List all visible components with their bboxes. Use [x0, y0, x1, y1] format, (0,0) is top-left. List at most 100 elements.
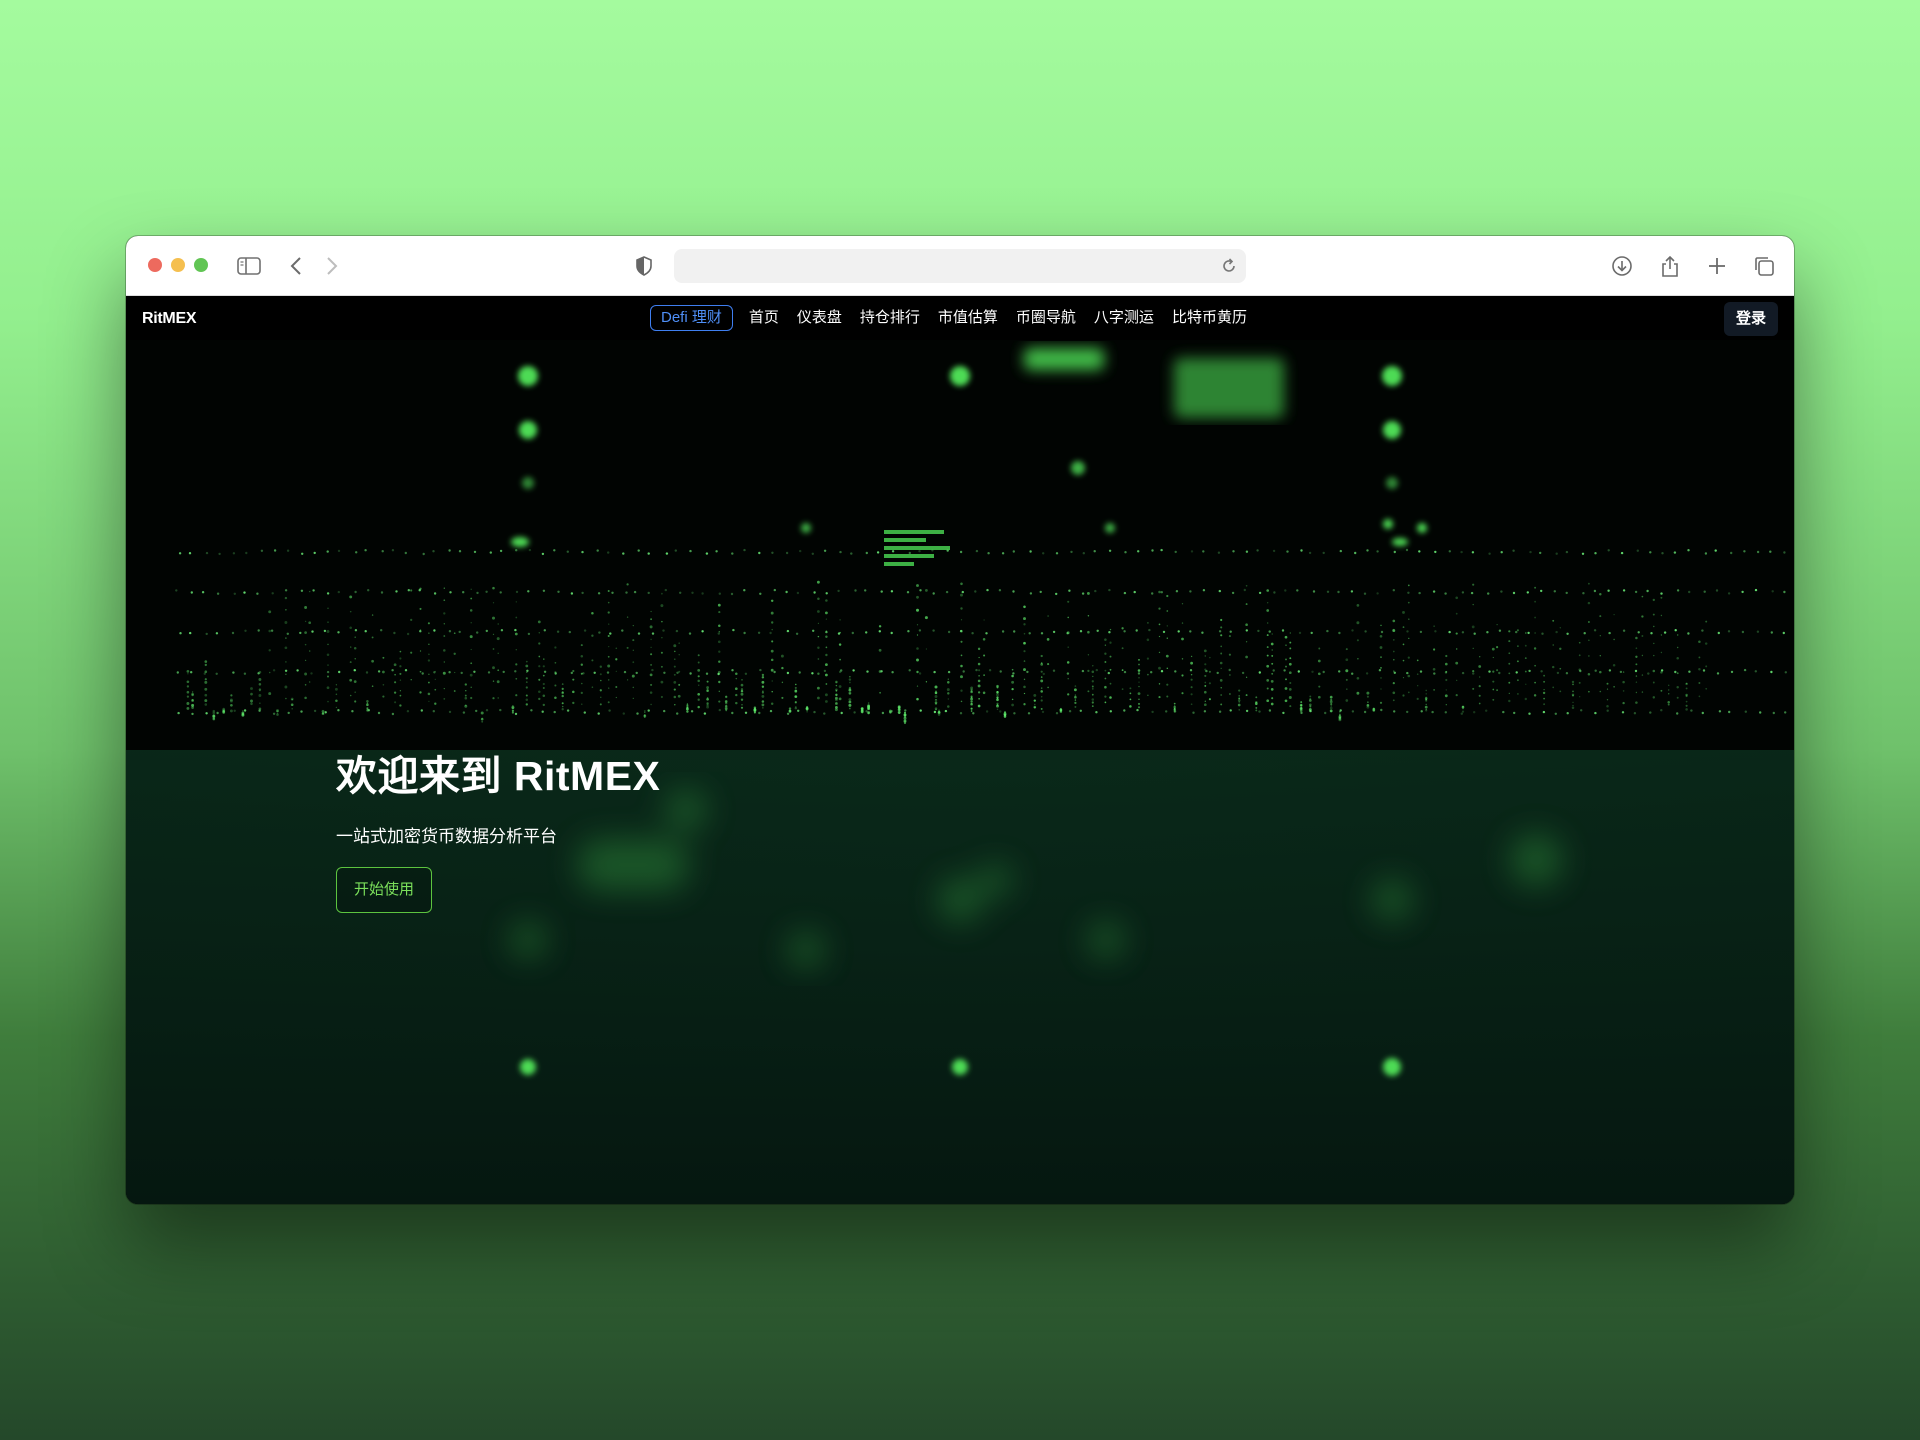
forward-chevron-icon[interactable]	[322, 253, 342, 279]
grid-dot	[190, 591, 193, 594]
city-dot	[1407, 584, 1410, 587]
close-window-button[interactable]	[148, 258, 162, 272]
grid-dot	[216, 592, 220, 595]
city-dot	[1004, 710, 1006, 713]
city-dot	[1698, 695, 1701, 698]
nav-item-crypto-nav[interactable]: 币圈导航	[1016, 305, 1076, 331]
grid-dot	[177, 711, 180, 715]
sidebar-icon[interactable]	[236, 253, 262, 279]
address-bar[interactable]	[674, 249, 1246, 283]
grid-dot	[1688, 670, 1691, 673]
grid-dot	[919, 709, 922, 712]
city-dot	[697, 661, 700, 664]
new-tab-icon[interactable]	[1705, 253, 1729, 279]
city-dot	[1508, 662, 1511, 665]
grid-dot	[730, 592, 734, 596]
city-dot	[825, 653, 828, 657]
city-dot	[304, 659, 307, 662]
download-icon[interactable]	[1610, 253, 1634, 279]
city-dot	[1181, 603, 1184, 605]
minimize-window-button[interactable]	[171, 258, 185, 272]
grid-dot	[1673, 551, 1677, 554]
get-started-button[interactable]: 开始使用	[336, 867, 433, 913]
shield-icon[interactable]	[634, 253, 654, 279]
grid-dot	[1258, 591, 1262, 595]
city-dot	[1366, 695, 1369, 698]
grid-dot	[1406, 630, 1409, 633]
nav-item-market-cap[interactable]: 市值估算	[938, 305, 998, 331]
grid-dot	[570, 592, 574, 595]
city-dot	[204, 693, 208, 697]
city-dot	[514, 632, 518, 636]
city-dot	[674, 704, 676, 706]
city-dot	[572, 690, 575, 694]
city-dot	[1138, 698, 1140, 701]
city-dot	[1255, 706, 1258, 709]
grid-dot	[1660, 592, 1663, 595]
grid-dot	[786, 629, 790, 633]
city-dot	[1087, 654, 1090, 656]
city-dot	[897, 708, 901, 711]
city-dot	[1524, 644, 1527, 647]
grid-dot	[759, 592, 762, 595]
city-dot	[608, 687, 610, 689]
tabs-overview-icon[interactable]	[1752, 253, 1776, 279]
city-dot	[615, 670, 617, 673]
city-dot	[538, 678, 541, 681]
city-dot	[1379, 701, 1383, 704]
city-dot	[285, 673, 287, 675]
city-dot	[229, 699, 233, 703]
nav-item-holdings-rank[interactable]: 持仓排行	[860, 305, 920, 331]
grid-dot	[1160, 548, 1163, 552]
nav-defi-button[interactable]: Defi 理财	[650, 305, 733, 331]
zoom-window-button[interactable]	[194, 258, 208, 272]
city-dot	[1635, 681, 1638, 683]
city-dot	[1356, 604, 1360, 607]
city-dot	[1266, 679, 1270, 682]
grid-dot	[526, 669, 529, 672]
city-dot	[947, 692, 950, 695]
city-dot	[515, 601, 517, 603]
back-chevron-icon[interactable]	[286, 253, 306, 279]
grid-dot	[1498, 671, 1501, 675]
city-dot	[1203, 690, 1207, 694]
grid-dot	[1001, 552, 1005, 555]
city-dot	[1599, 690, 1602, 693]
nav-item-dashboard[interactable]: 仪表盘	[797, 305, 842, 331]
reload-icon[interactable]	[1220, 256, 1238, 281]
city-dot	[1317, 695, 1321, 699]
city-dot	[453, 690, 456, 692]
city-dot	[327, 643, 329, 646]
grid-dot	[1419, 630, 1423, 634]
nav-item-bazi[interactable]: 八字测运	[1094, 305, 1154, 331]
grid-dot	[542, 589, 546, 592]
grid-dot	[1308, 551, 1312, 555]
city-dot	[542, 703, 545, 707]
grid-dot	[1326, 629, 1329, 633]
city-dot	[599, 673, 602, 676]
grid-dot	[1540, 589, 1543, 593]
share-icon[interactable]	[1658, 253, 1682, 279]
grid-dot	[458, 550, 462, 553]
site-logo[interactable]: RitMEX	[142, 310, 197, 328]
city-dot	[1524, 697, 1528, 701]
city-dot	[366, 707, 369, 710]
city-dot	[1345, 669, 1349, 673]
login-button[interactable]: 登录	[1723, 302, 1778, 336]
city-dot	[977, 684, 981, 688]
grid-dot	[1769, 550, 1772, 553]
nav-item-home[interactable]: 首页	[749, 305, 779, 331]
city-dot	[817, 672, 820, 675]
grid-dot	[1165, 710, 1168, 713]
grid-dot	[581, 550, 584, 554]
city-dot	[1266, 654, 1269, 657]
city-dot	[250, 699, 253, 703]
nav-item-btc-almanac[interactable]: 比特币黄历	[1172, 305, 1247, 331]
city-dot	[697, 692, 701, 696]
city-dot	[1220, 652, 1223, 655]
grid-dot	[703, 712, 707, 715]
city-dot	[1284, 635, 1288, 639]
grid-dot	[286, 549, 290, 552]
city-dot	[212, 714, 216, 718]
city-dot	[304, 606, 308, 609]
